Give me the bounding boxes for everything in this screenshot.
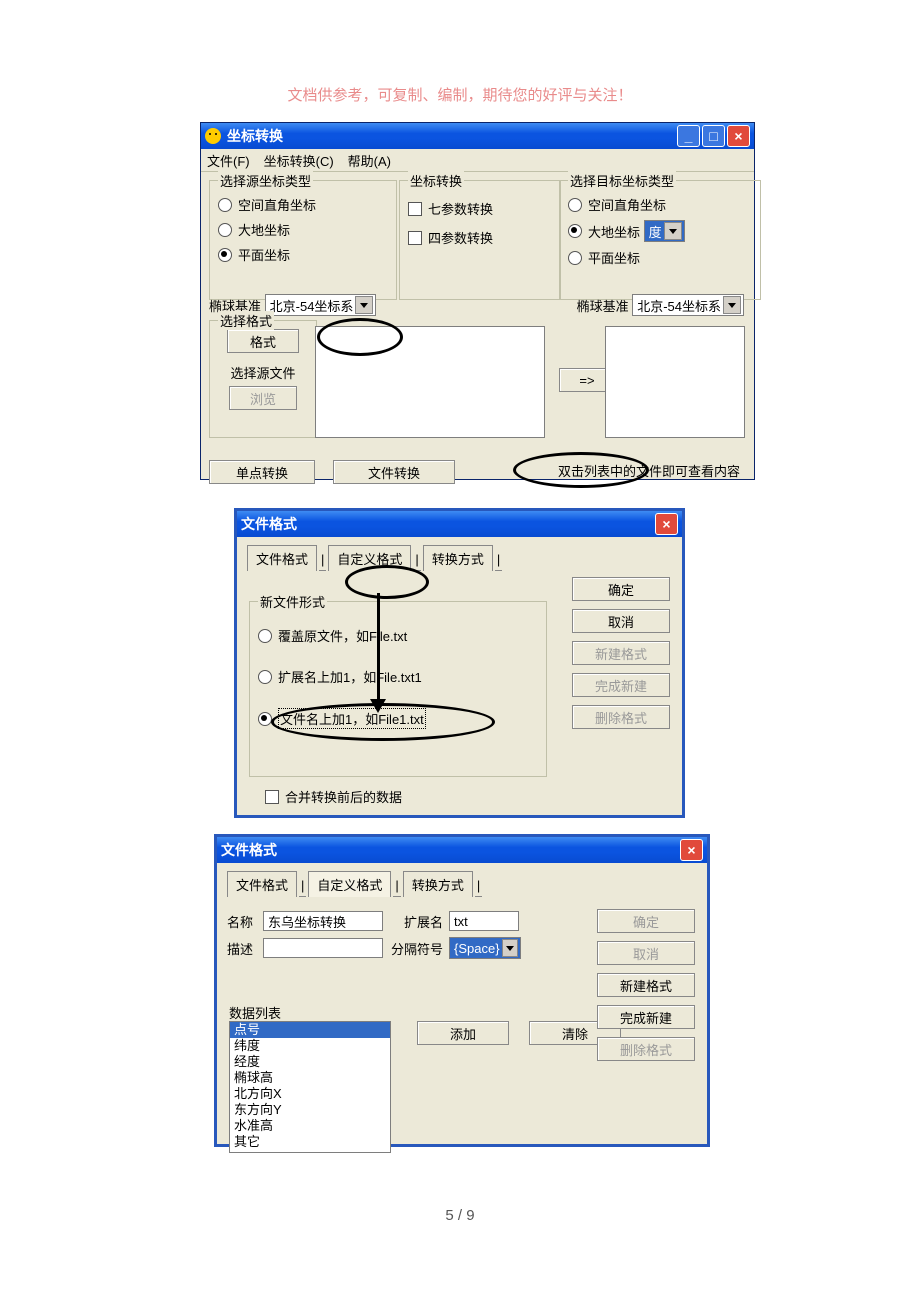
- ok-button[interactable]: 确定: [597, 909, 695, 933]
- list-item[interactable]: 其它: [230, 1134, 390, 1150]
- window-title: 坐标转换: [227, 126, 283, 146]
- annotation-circle: [513, 452, 649, 488]
- check-four-param[interactable]: 四参数转换: [408, 228, 552, 247]
- cancel-button[interactable]: 取消: [572, 609, 670, 633]
- group-transform: 坐标转换 七参数转换 四参数转换: [399, 180, 561, 300]
- radio-ext-plus1[interactable]: 扩展名上加1，如File.txt1: [258, 667, 538, 686]
- sep-label: 分隔符号: [383, 939, 443, 958]
- group-format: 选择格式 格式 选择源文件 浏览: [209, 320, 317, 438]
- ellipsoid-dst-row: 椭球基准 北京-54坐标系: [577, 294, 744, 316]
- ext-input[interactable]: txt: [449, 911, 519, 931]
- cancel-button[interactable]: 取消: [597, 941, 695, 965]
- browse-button[interactable]: 浏览: [229, 386, 297, 410]
- name-input[interactable]: 东乌坐标转换: [263, 911, 383, 931]
- menu-help[interactable]: 帮助(A): [348, 151, 391, 170]
- target-listbox[interactable]: [605, 326, 745, 438]
- list-item[interactable]: 北方向X: [230, 1086, 390, 1102]
- ellipsoid-dst-dropdown[interactable]: 北京-54坐标系: [632, 294, 744, 316]
- menubar: 文件(F) 坐标转换(C) 帮助(A): [201, 149, 754, 172]
- annotation-circle: [317, 318, 403, 356]
- page-header-note: 文档供参考，可复制、编制，期待您的好评与关注！: [0, 84, 920, 105]
- radio-dst-cartesian[interactable]: 空间直角坐标: [568, 195, 752, 214]
- format-button[interactable]: 格式: [227, 329, 299, 353]
- annotation-circle: [271, 703, 495, 741]
- titlebar: 坐标转换 _ □ ×: [201, 123, 754, 149]
- chevron-down-icon: [355, 296, 373, 314]
- list-item[interactable]: 东方向Y: [230, 1102, 390, 1118]
- radio-src-geodetic[interactable]: 大地坐标: [218, 220, 388, 239]
- list-item[interactable]: 点号: [230, 1022, 390, 1038]
- window-file-format-2: 文件格式 × 文件格式 | 自定义格式 | 转换方式 | 名称 东乌坐标转换 扩…: [214, 834, 710, 1147]
- check-seven-param[interactable]: 七参数转换: [408, 199, 552, 218]
- window-title: 文件格式: [241, 514, 297, 534]
- group-legend: 坐标转换: [408, 171, 464, 190]
- finish-new-button[interactable]: 完成新建: [572, 673, 670, 697]
- window-file-format-1: 文件格式 × 文件格式 | 自定义格式 | 转换方式 | 新文件形式 覆盖原文件…: [234, 508, 685, 818]
- group-legend: 选择源坐标类型: [218, 171, 313, 190]
- radio-src-planar[interactable]: 平面坐标: [218, 245, 388, 264]
- tab-custom-format[interactable]: 自定义格式: [308, 871, 391, 897]
- source-file-label: 选择源文件: [218, 363, 308, 382]
- tab-bar: 文件格式 | 自定义格式 | 转换方式 |: [227, 873, 697, 897]
- chevron-down-icon: [502, 939, 518, 957]
- new-format-button[interactable]: 新建格式: [572, 641, 670, 665]
- chevron-down-icon: [664, 222, 682, 240]
- group-new-file-form: 新文件形式 覆盖原文件，如File.txt 扩展名上加1，如File.txt1 …: [249, 601, 547, 777]
- data-listbox[interactable]: 点号 纬度 经度 椭球高 北方向X 东方向Y 水准高 其它: [229, 1021, 391, 1153]
- add-button[interactable]: 添加: [417, 1021, 509, 1045]
- close-button[interactable]: ×: [727, 125, 750, 147]
- group-legend: 选择格式: [218, 311, 274, 330]
- ok-button[interactable]: 确定: [572, 577, 670, 601]
- delete-format-button[interactable]: 删除格式: [572, 705, 670, 729]
- list-item[interactable]: 经度: [230, 1054, 390, 1070]
- maximize-button[interactable]: □: [702, 125, 725, 147]
- desc-label: 描述: [227, 939, 263, 958]
- titlebar: 文件格式 ×: [237, 511, 682, 537]
- file-convert-button[interactable]: 文件转换: [333, 460, 455, 484]
- tab-bar: 文件格式 | 自定义格式 | 转换方式 |: [247, 547, 672, 571]
- new-format-button[interactable]: 新建格式: [597, 973, 695, 997]
- group-legend: 选择目标坐标类型: [568, 171, 676, 190]
- tab-file-format[interactable]: 文件格式: [247, 545, 317, 571]
- app-icon: [205, 128, 221, 144]
- close-button[interactable]: ×: [655, 513, 678, 535]
- ellipsoid-src-dropdown[interactable]: 北京-54坐标系: [265, 294, 377, 316]
- chevron-down-icon: [723, 296, 741, 314]
- page-footer: 5 / 9: [0, 1207, 920, 1224]
- name-label: 名称: [227, 912, 263, 931]
- annotation-circle: [345, 565, 429, 599]
- minimize-button[interactable]: _: [677, 125, 700, 147]
- tab-convert-mode[interactable]: 转换方式: [423, 545, 493, 571]
- group-source-type: 选择源坐标类型 空间直角坐标 大地坐标 平面坐标: [209, 180, 397, 300]
- list-item[interactable]: 纬度: [230, 1038, 390, 1054]
- menu-file[interactable]: 文件(F): [207, 151, 250, 170]
- desc-input[interactable]: [263, 938, 383, 958]
- radio-dst-planar[interactable]: 平面坐标: [568, 248, 752, 267]
- datalist-label: 数据列表: [229, 1003, 281, 1022]
- group-legend: 新文件形式: [258, 592, 327, 611]
- single-convert-button[interactable]: 单点转换: [209, 460, 315, 484]
- tab-file-format[interactable]: 文件格式: [227, 871, 297, 897]
- tab-convert-mode[interactable]: 转换方式: [403, 871, 473, 897]
- check-merge-data[interactable]: 合并转换前后的数据: [265, 787, 402, 806]
- list-item[interactable]: 水准高: [230, 1118, 390, 1134]
- radio-src-cartesian[interactable]: 空间直角坐标: [218, 195, 388, 214]
- ext-label: 扩展名: [383, 912, 443, 931]
- unit-dropdown[interactable]: 度: [644, 220, 685, 242]
- radio-overwrite[interactable]: 覆盖原文件，如File.txt: [258, 626, 538, 645]
- list-item[interactable]: 椭球高: [230, 1070, 390, 1086]
- separator-dropdown[interactable]: {Space}: [449, 937, 521, 959]
- close-button[interactable]: ×: [680, 839, 703, 861]
- menu-convert[interactable]: 坐标转换(C): [264, 151, 334, 170]
- titlebar: 文件格式 ×: [217, 837, 707, 863]
- window-title: 文件格式: [221, 840, 277, 860]
- radio-dst-geodetic[interactable]: 大地坐标 度: [568, 220, 752, 242]
- finish-new-button[interactable]: 完成新建: [597, 1005, 695, 1029]
- delete-format-button[interactable]: 删除格式: [597, 1037, 695, 1061]
- group-target-type: 选择目标坐标类型 空间直角坐标 大地坐标 度 平面坐标: [559, 180, 761, 300]
- window-coord-transform: 坐标转换 _ □ × 文件(F) 坐标转换(C) 帮助(A) 选择源坐标类型 空…: [200, 122, 755, 480]
- annotation-arrow: [377, 593, 380, 705]
